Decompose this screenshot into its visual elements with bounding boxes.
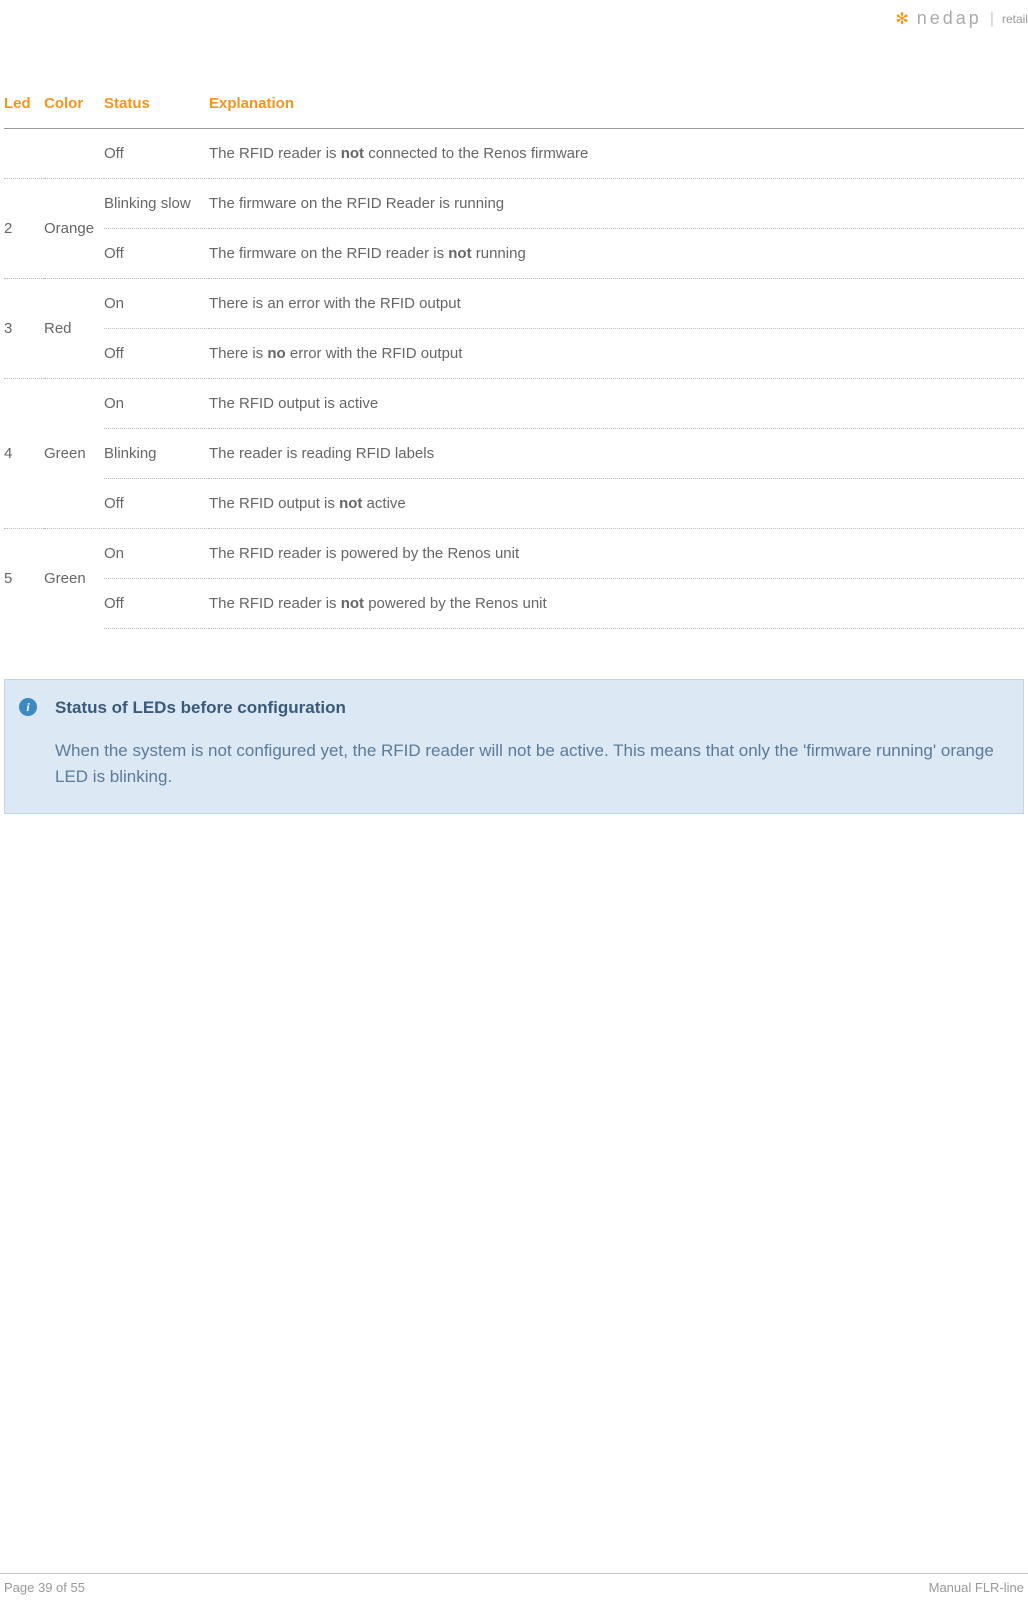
cell-explanation: The firmware on the RFID Reader is runni… <box>209 179 1024 229</box>
table-row: 2OrangeBlinking slowThe firmware on the … <box>4 179 1024 229</box>
cell-explanation: The RFID output is not active <box>209 479 1024 529</box>
cell-explanation: The firmware on the RFID reader is not r… <box>209 229 1024 279</box>
manual-name: Manual FLR-line <box>929 1580 1024 1595</box>
star-icon: ✻ <box>895 9 908 29</box>
table-row: BlinkingThe reader is reading RFID label… <box>4 429 1024 479</box>
info-icon: i <box>19 698 37 716</box>
cell-led: 3 <box>4 279 44 379</box>
led-status-table: Led Color Status Explanation OffThe RFID… <box>4 85 1024 629</box>
cell-led: 2 <box>4 179 44 279</box>
cell-explanation: The RFID reader is not powered by the Re… <box>209 579 1024 629</box>
cell-explanation: There is an error with the RFID output <box>209 279 1024 329</box>
header-explanation: Explanation <box>209 85 1024 129</box>
table-row: 5GreenOnThe RFID reader is powered by th… <box>4 529 1024 579</box>
cell-status: Off <box>104 579 209 629</box>
cell-status: Blinking <box>104 429 209 479</box>
table-row: OffThere is no error with the RFID outpu… <box>4 329 1024 379</box>
cell-explanation: The RFID reader is powered by the Renos … <box>209 529 1024 579</box>
table-row: 4GreenOnThe RFID output is active <box>4 379 1024 429</box>
cell-color <box>44 129 104 179</box>
cell-led: 4 <box>4 379 44 529</box>
header-led: Led <box>4 85 44 129</box>
cell-status: Off <box>104 329 209 379</box>
header-color: Color <box>44 85 104 129</box>
brand-suffix: retail <box>1002 12 1028 26</box>
cell-led: 5 <box>4 529 44 629</box>
divider: | <box>990 10 994 28</box>
cell-status: On <box>104 379 209 429</box>
cell-status: Off <box>104 229 209 279</box>
info-panel: i Status of LEDs before configuration Wh… <box>4 679 1024 814</box>
table-row: OffThe firmware on the RFID reader is no… <box>4 229 1024 279</box>
info-text: When the system is not configured yet, t… <box>55 738 1003 791</box>
brand-name: nedap <box>917 8 982 29</box>
cell-led <box>4 129 44 179</box>
info-title: Status of LEDs before configuration <box>55 698 1003 718</box>
cell-status: Off <box>104 129 209 179</box>
cell-status: Blinking slow <box>104 179 209 229</box>
brand-logo: ✻ nedap | retail <box>895 8 1028 29</box>
header-status: Status <box>104 85 209 129</box>
table-row: OffThe RFID reader is not connected to t… <box>4 129 1024 179</box>
cell-explanation: The RFID reader is not connected to the … <box>209 129 1024 179</box>
cell-explanation: There is no error with the RFID output <box>209 329 1024 379</box>
page-footer: Page 39 of 55 Manual FLR-line <box>0 1573 1028 1595</box>
table-row: OffThe RFID reader is not powered by the… <box>4 579 1024 629</box>
cell-status: Off <box>104 479 209 529</box>
cell-explanation: The RFID output is active <box>209 379 1024 429</box>
cell-status: On <box>104 279 209 329</box>
cell-color: Orange <box>44 179 104 279</box>
table-row: 3RedOnThere is an error with the RFID ou… <box>4 279 1024 329</box>
cell-color: Green <box>44 379 104 529</box>
cell-color: Green <box>44 529 104 629</box>
cell-color: Red <box>44 279 104 379</box>
page-number: Page 39 of 55 <box>4 1580 85 1595</box>
cell-explanation: The reader is reading RFID labels <box>209 429 1024 479</box>
cell-status: On <box>104 529 209 579</box>
table-row: OffThe RFID output is not active <box>4 479 1024 529</box>
